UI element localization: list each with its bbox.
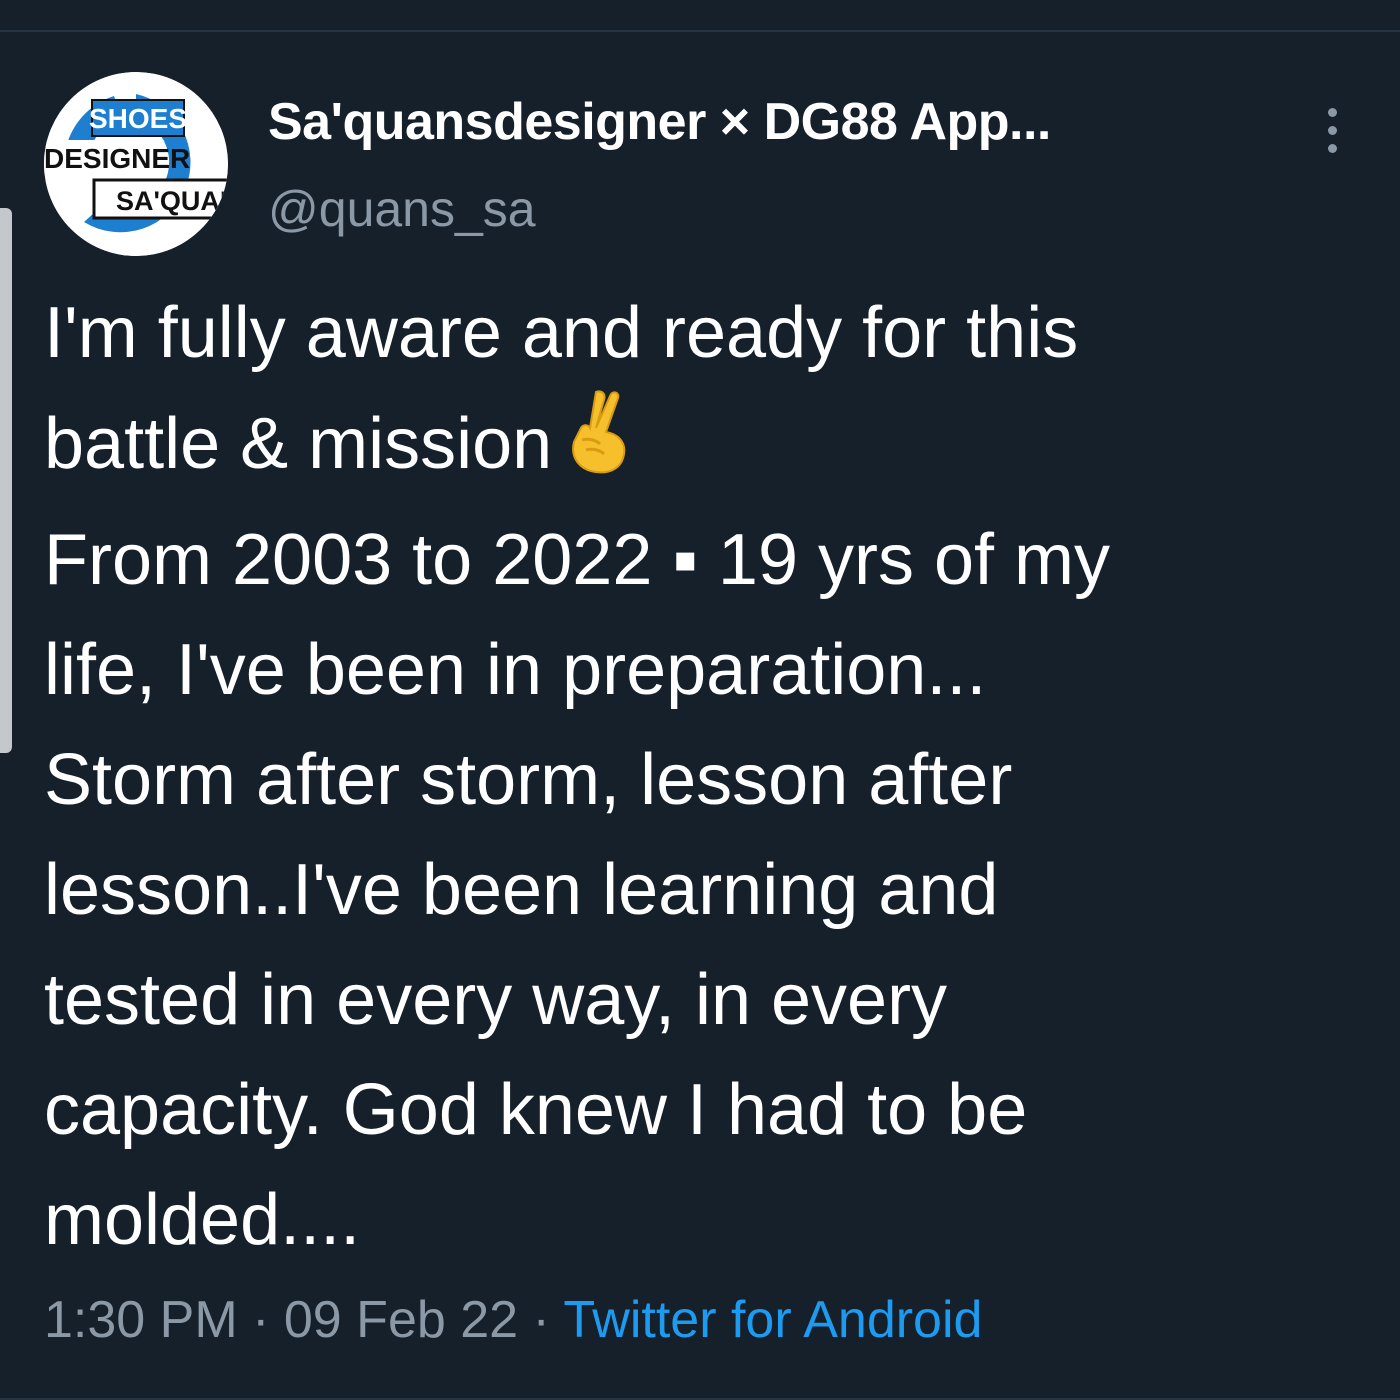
tweet-line-with-emoji: battle & mission <box>44 388 1374 505</box>
tweet-line: Storm after storm, lesson after <box>44 740 1013 820</box>
tweet-text: I'm fully aware and ready for this battl… <box>44 278 1374 1275</box>
tweet-line: I'm fully aware and ready for this <box>44 293 1079 373</box>
author-display-name[interactable]: Sa'quansdesigner × DG88 App... <box>268 92 1051 152</box>
tweet-line: battle & mission <box>44 404 553 484</box>
avatar-text-bottom: SA'QUAN <box>116 186 228 216</box>
meta-separator: · <box>532 1291 550 1349</box>
avatar-text-middle: DESIGNER <box>44 143 190 174</box>
tweet-source-link[interactable]: Twitter for Android <box>563 1291 982 1349</box>
scrollbar[interactable] <box>0 208 12 753</box>
top-divider <box>0 0 1400 32</box>
tweet-line: From 2003 to 2022 ▪ 19 yrs of my <box>44 520 1111 600</box>
tweet-date[interactable]: 09 Feb 22 <box>284 1291 518 1349</box>
tweet-line: life, I've been in preparation... <box>44 630 987 710</box>
vertical-ellipsis-icon <box>1327 107 1337 117</box>
avatar-logo: SHOES DESIGNER SA'QUAN <box>44 72 228 256</box>
avatar-text-top: SHOES <box>89 103 187 134</box>
vertical-ellipsis-icon-dot <box>1327 143 1337 153</box>
meta-separator: · <box>252 1291 270 1349</box>
vertical-ellipsis-icon-dot <box>1327 125 1337 135</box>
tweet-line: lesson..I've been learning and <box>44 850 999 930</box>
tweet-line: molded.... <box>44 1180 361 1260</box>
tweet-line: capacity. God knew I had to be <box>44 1070 1028 1150</box>
avatar[interactable]: SHOES DESIGNER SA'QUAN <box>44 72 228 256</box>
tweet-metadata: 1:30 PM · 09 Feb 22 · Twitter for Androi… <box>44 1290 982 1350</box>
tweet-line: tested in every way, in every <box>44 960 948 1040</box>
crossed-fingers-icon <box>566 388 632 505</box>
tweet-time[interactable]: 1:30 PM <box>44 1291 238 1349</box>
author-handle[interactable]: @quans_sa <box>268 180 536 238</box>
more-options-button[interactable] <box>1312 100 1352 160</box>
